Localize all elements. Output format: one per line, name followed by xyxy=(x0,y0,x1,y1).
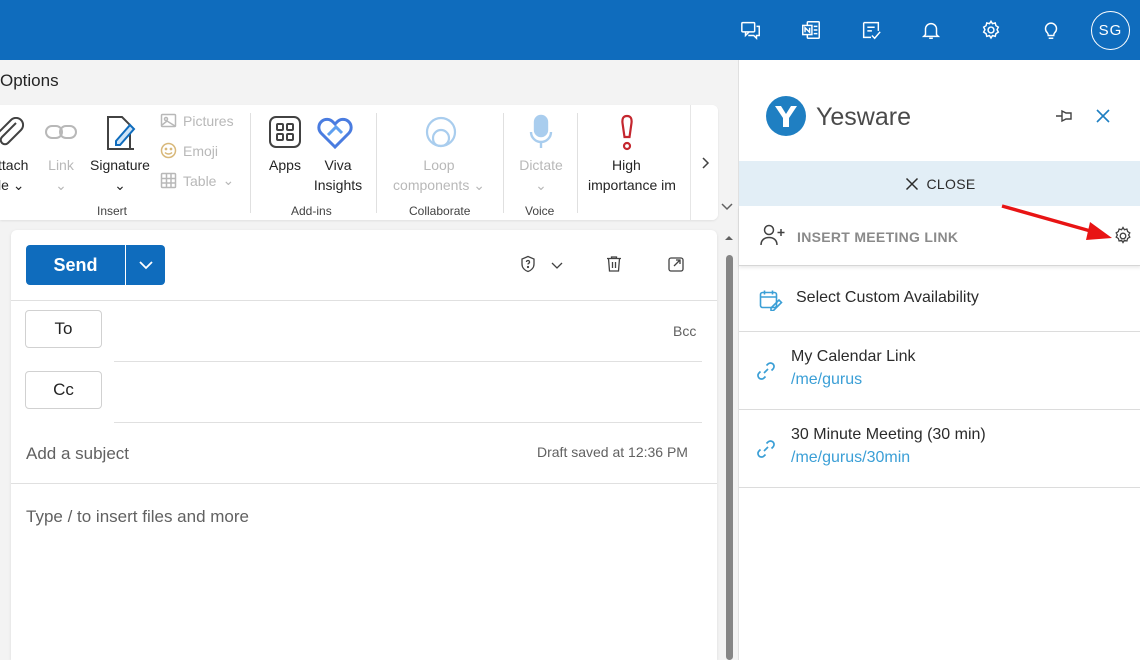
ribbon-scroll-right-button[interactable] xyxy=(690,105,718,220)
close-pane-icon[interactable] xyxy=(1095,108,1111,124)
cc-field-underline xyxy=(114,422,702,423)
yesware-addin-pane: Yesware CLOSE INSERT MEETING LINK Select… xyxy=(738,60,1140,660)
group-label-collaborate: Collaborate xyxy=(409,204,471,218)
insert-meeting-link-label: INSERT MEETING LINK xyxy=(797,229,959,245)
link-button[interactable]: Link ⌄ xyxy=(46,155,76,195)
link-icon xyxy=(757,440,775,458)
chat-icon[interactable] xyxy=(735,14,767,46)
meeting-link-path[interactable]: /me/gurus xyxy=(791,371,862,389)
high-importance-icon xyxy=(621,114,633,151)
list-item[interactable]: My Calendar Link /me/gurus xyxy=(739,332,1140,410)
loop-icon xyxy=(425,116,457,148)
list-item[interactable]: 30 Minute Meeting (30 min) /me/gurus/30m… xyxy=(739,410,1140,488)
brand-name: Yesware xyxy=(816,103,911,131)
link-icon xyxy=(757,362,775,380)
viva-insights-icon xyxy=(317,117,353,150)
meeting-link-title: My Calendar Link xyxy=(791,348,916,365)
app-header: SG xyxy=(0,0,1140,60)
divider xyxy=(11,483,717,484)
draft-status: Draft saved at 12:36 PM xyxy=(537,444,688,460)
tab-options[interactable]: Options xyxy=(0,71,59,91)
close-label: CLOSE xyxy=(926,175,976,192)
sensitivity-shield-icon[interactable] xyxy=(519,255,537,273)
avatar[interactable]: SG xyxy=(1091,11,1130,50)
emoji-icon xyxy=(160,142,177,159)
high-importance-button[interactable]: High importance im xyxy=(588,155,690,195)
group-divider xyxy=(376,113,377,213)
ribbon: ttach le ⌄ Link⌄ Signature⌄ Pictures Emo… xyxy=(0,105,718,220)
send-button[interactable]: Send xyxy=(26,245,125,285)
scroll-up-arrow-icon[interactable] xyxy=(724,234,734,242)
loop-components-button[interactable]: Loop components ⌄ xyxy=(384,155,494,195)
trash-icon[interactable] xyxy=(605,255,623,273)
pictures-button[interactable]: Pictures xyxy=(160,112,234,129)
settings-icon[interactable] xyxy=(975,14,1007,46)
apps-icon xyxy=(269,116,301,148)
group-label-voice: Voice xyxy=(525,204,555,218)
todo-icon[interactable] xyxy=(855,14,887,46)
pin-icon[interactable] xyxy=(1054,107,1076,125)
picture-icon xyxy=(160,113,177,128)
chevron-down-icon[interactable] xyxy=(551,262,563,270)
custom-availability-label: Select Custom Availability xyxy=(796,289,979,306)
bell-icon[interactable] xyxy=(915,14,947,46)
custom-availability-item[interactable]: Select Custom Availability xyxy=(739,267,1140,332)
emoji-button[interactable]: Emoji xyxy=(160,142,218,159)
compose-scrollbar[interactable] xyxy=(726,255,733,660)
popout-icon[interactable] xyxy=(667,255,685,273)
microphone-icon xyxy=(529,114,553,148)
signature-button[interactable]: Signature ⌄ xyxy=(86,155,154,195)
group-divider xyxy=(503,113,504,213)
close-icon xyxy=(905,177,918,190)
send-options-dropdown[interactable] xyxy=(126,245,165,285)
add-person-icon xyxy=(760,224,785,246)
apps-button[interactable]: Apps xyxy=(262,155,308,175)
cc-button[interactable]: Cc xyxy=(25,371,102,409)
group-label-addins: Add-ins xyxy=(291,204,332,218)
message-body-input[interactable]: Type / to insert files and more xyxy=(26,507,249,527)
group-divider xyxy=(250,113,251,213)
table-icon xyxy=(160,172,177,189)
chevron-down-icon xyxy=(138,261,153,270)
to-button[interactable]: To xyxy=(25,310,102,348)
paperclip-icon xyxy=(0,117,25,146)
viva-insights-button[interactable]: Viva Insights xyxy=(308,155,368,195)
subject-input[interactable]: Add a subject xyxy=(26,444,129,464)
lightbulb-icon[interactable] xyxy=(1035,14,1067,46)
compose-pane: Send To Bcc Cc Add a subject Draft saved… xyxy=(11,230,717,660)
divider xyxy=(11,300,717,301)
link-icon xyxy=(45,125,77,139)
attach-file-button[interactable]: ttach le ⌄ xyxy=(0,155,28,195)
signature-icon xyxy=(107,116,136,150)
group-divider xyxy=(577,113,578,213)
group-label-insert: Insert xyxy=(97,204,128,218)
gear-icon[interactable] xyxy=(1113,226,1133,246)
yesware-logo-icon xyxy=(766,96,806,136)
table-button[interactable]: Table ⌄ xyxy=(160,172,234,189)
onenote-icon[interactable] xyxy=(795,14,827,46)
annotation-arrow-icon xyxy=(1001,204,1112,240)
bcc-button[interactable]: Bcc xyxy=(673,323,696,339)
chevron-right-icon xyxy=(701,156,709,169)
to-field-underline xyxy=(114,361,702,362)
meeting-link-path[interactable]: /me/gurus/30min xyxy=(791,449,910,467)
ribbon-collapse-chevron-icon[interactable] xyxy=(720,200,734,214)
dictate-button[interactable]: Dictate ⌄ xyxy=(510,155,572,195)
meeting-link-title: 30 Minute Meeting (30 min) xyxy=(791,426,986,443)
calendar-edit-icon xyxy=(759,290,783,311)
